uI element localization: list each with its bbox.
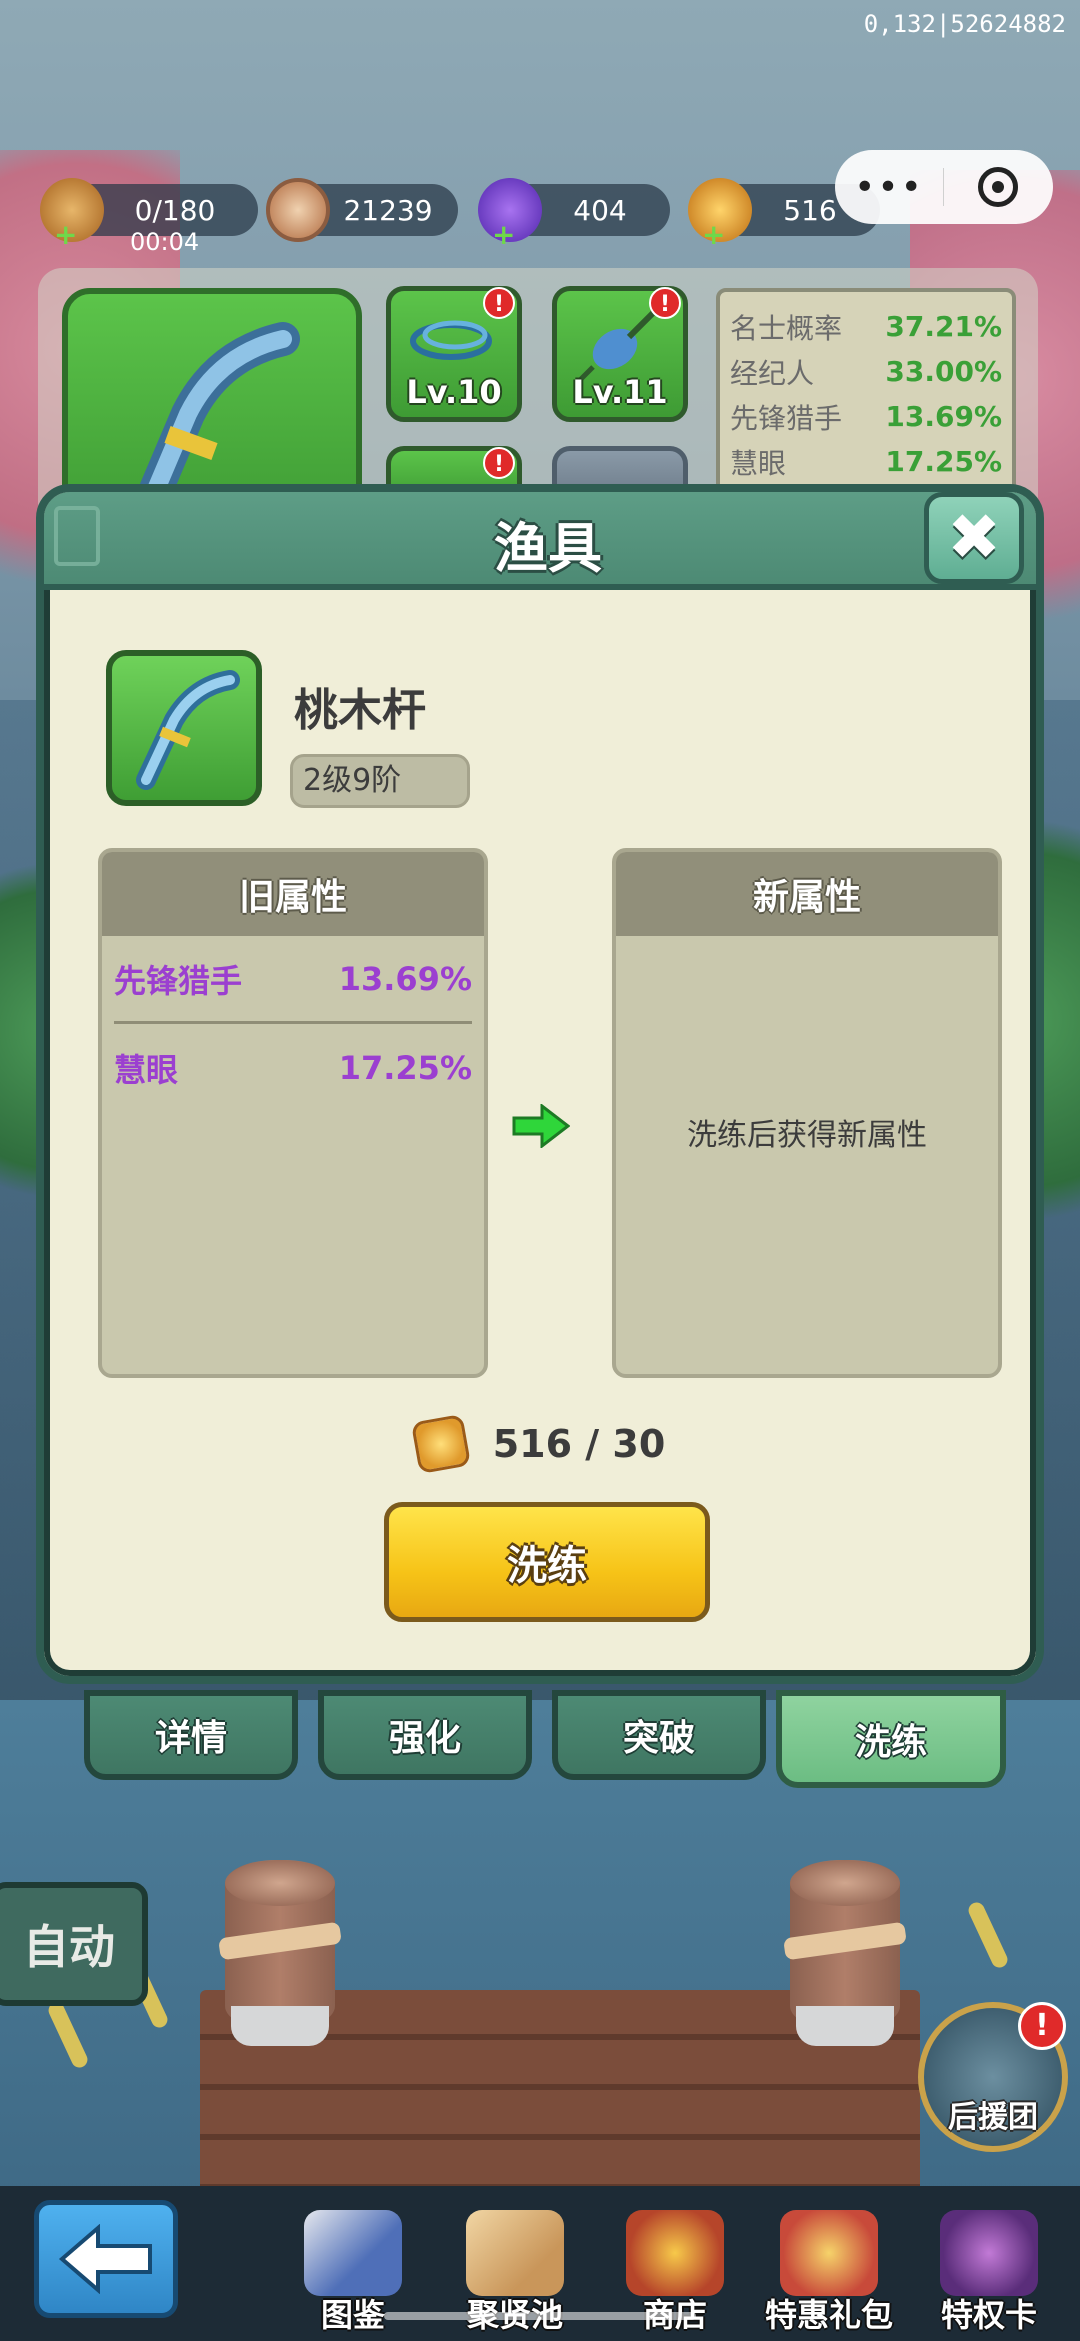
stat-name: 先锋猎手 [730,401,843,435]
new-attributes-title: 新属性 [616,852,998,936]
stat-value: 17.25% [885,445,1002,478]
attribute-value: 13.69% [338,959,472,998]
stamina-timer: 00:04 [130,228,200,256]
more-menu-button[interactable]: ••• [835,167,943,208]
bottom-nav: 图鉴 聚贤池 商店 特惠礼包 特权卡 [0,2186,1080,2341]
stat-name: 经纪人 [730,356,815,390]
card-icon [940,2210,1038,2296]
stat-name: 名士概率 [730,311,843,345]
attribute-value: 17.25% [338,1049,472,1087]
fishing-gear-dialog: 渔具 ✖ 桃木杆 2级9阶 旧属性 先锋猎手 13.69% 慧眼 17.25% … [36,484,1044,1684]
new-attributes-hint: 洗练后获得新属性 [687,1118,927,1153]
tab-label: 详情 [154,1718,227,1759]
stat-row: 经纪人 33.00% [730,349,1002,394]
float-slot[interactable]: Lv.11 ! [552,286,688,422]
debug-id-text: 0,132|52624882 [863,10,1066,38]
shop-icon [626,2210,724,2296]
arrow-right-icon [512,1104,570,1148]
stat-value: 33.00% [885,355,1002,388]
refine-cost: 516 / 30 [44,1413,1036,1475]
auto-button-label: 自动 [23,1920,115,1974]
stat-value: 13.69% [885,400,1002,433]
support-team-button[interactable]: ! 后援团 [918,2002,1068,2152]
tab-label: 突破 [622,1718,695,1759]
close-button[interactable]: ✖ [924,492,1024,584]
line-slot[interactable]: Lv.10 ! [386,286,522,422]
resource-gem[interactable]: + 404 [478,178,670,249]
home-indicator[interactable] [384,2312,696,2320]
old-attributes-panel: 旧属性 先锋猎手 13.69% 慧眼 17.25% [98,848,488,1378]
dock-post-left [218,1860,342,2046]
nav-item-special-offer[interactable]: 特惠礼包 [754,2210,904,2336]
miniprogram-capsule: ••• [835,150,1053,224]
attribute-row: 慧眼 17.25% [114,1024,472,1112]
ticket-icon [410,1413,471,1475]
close-miniprogram-button[interactable] [944,167,1052,207]
gift-icon [780,2210,878,2296]
stat-row: 名士概率 37.21% [730,304,1002,349]
alert-icon: ! [483,287,515,319]
map-icon [466,2210,564,2296]
refine-button-label: 洗练 [507,1543,587,1589]
item-grade-badge: 2级9阶 [290,754,470,808]
alert-icon: ! [1018,2002,1066,2050]
dialog-header: 渔具 ✖ [44,492,1036,590]
back-button[interactable] [34,2200,178,2318]
plus-icon[interactable]: + [492,221,515,249]
item-name: 桃木杆 [294,685,426,736]
refine-button[interactable]: 洗练 [384,1502,710,1622]
tab-enhance[interactable]: 强化 [318,1690,532,1780]
level-label: Lv.10 [406,373,502,411]
tab-refine[interactable]: 洗练 [776,1690,1006,1788]
stat-value: 37.21% [885,310,1002,343]
equipment-stats: 名士概率 37.21% 经纪人 33.00% 先锋猎手 13.69% 慧眼 17… [716,288,1016,508]
back-arrow-icon [58,2224,152,2294]
old-attributes-title: 旧属性 [102,852,484,936]
alert-icon: ! [483,447,515,479]
new-attributes-panel: 新属性 洗练后获得新属性 [612,848,1002,1378]
level-label: Lv.11 [572,373,668,411]
tab-label: 洗练 [854,1722,927,1763]
dock-post-right [783,1860,907,2046]
attribute-name: 先锋猎手 [114,961,243,1000]
stat-row: 慧眼 17.25% [730,439,1002,484]
support-team-label: 后援团 [948,2100,1038,2135]
coin-icon [266,178,330,242]
alert-icon: ! [649,287,681,319]
nav-label: 特权卡 [940,2296,1037,2334]
attribute-name: 慧眼 [114,1051,179,1089]
refine-cost-text: 516 / 30 [492,1422,666,1466]
nav-item-privilege-card[interactable]: 特权卡 [914,2210,1064,2336]
plus-icon[interactable]: + [702,221,725,249]
attribute-row: 先锋猎手 13.69% [114,936,472,1024]
fishing-rod-icon [136,670,240,790]
tab-details[interactable]: 详情 [84,1690,298,1780]
tab-breakthrough[interactable]: 突破 [552,1690,766,1780]
stat-name: 慧眼 [730,446,787,480]
stat-row: 先锋猎手 13.69% [730,394,1002,439]
book-icon [304,2210,402,2296]
resource-coin[interactable]: 21239 [266,178,458,242]
auto-button[interactable]: 自动 [0,1882,148,2006]
item-icon [106,650,262,806]
tab-label: 强化 [388,1718,461,1759]
close-icon: ✖ [947,501,1001,575]
target-icon [978,167,1018,207]
dialog-title: 渔具 [494,517,602,580]
plus-icon[interactable]: + [54,221,77,249]
